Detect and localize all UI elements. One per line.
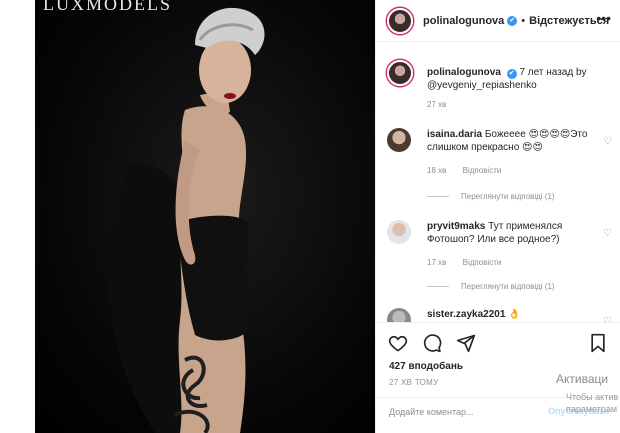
comment-meta: 18 хв Відповісти — [427, 166, 515, 175]
comment-username[interactable]: sister.zayka2201 — [427, 309, 505, 320]
caption-verified-icon: ✔ — [506, 69, 517, 79]
author-username[interactable]: polinalogunova — [423, 15, 504, 27]
replies-divider — [427, 196, 449, 197]
comment-text-block: sister.zayka2201 👌 — [427, 308, 592, 321]
comment-username[interactable]: pryvit9maks — [427, 221, 485, 232]
model-figure — [108, 7, 265, 433]
comment-text-block: isaina.daria Божееее 😍😍😍😍Это слишком пре… — [427, 128, 592, 154]
post-header: polinalogunova ✔ • Відстежується ••• — [376, 0, 620, 42]
comment-bubble-icon[interactable] — [422, 333, 442, 353]
post-sidebar: polinalogunova ✔ • Відстежується ••• pol… — [375, 0, 620, 433]
view-replies-label: Переглянути відповіді (1) — [461, 282, 555, 291]
view-replies-button[interactable]: Переглянути відповіді (1) — [427, 192, 555, 201]
view-replies-button[interactable]: Переглянути відповіді (1) — [427, 282, 555, 291]
luxmodels-watermark: LUXMODELS — [43, 0, 172, 14]
windows-activation-text: Чтобы актив параметрам — [566, 391, 618, 415]
instagram-post-page: LUXMODELS polinalogunova ✔ • Відстежуєть… — [0, 0, 620, 433]
view-replies-label: Переглянути відповіді (1) — [461, 192, 555, 201]
post-timestamp[interactable]: 27 ХВ ТОМУ — [389, 378, 439, 387]
comment-like-icon[interactable]: ♡ — [603, 136, 612, 147]
comment-text-block: pryvit9maks Тут применялся Фотошоп? Или … — [427, 220, 592, 246]
bookmark-icon[interactable] — [589, 333, 607, 353]
comment-username[interactable]: isaina.daria — [427, 129, 482, 140]
share-send-icon[interactable] — [456, 333, 476, 353]
separator-dot: • — [521, 14, 526, 27]
comment-meta: 17 хв Відповісти — [427, 258, 515, 267]
caption-username[interactable]: polinalogunova — [427, 67, 501, 78]
post-photo[interactable]: LUXMODELS — [35, 0, 375, 433]
comment-text: 👌 — [508, 309, 521, 320]
action-icons — [388, 333, 476, 353]
caption-text-block: polinalogunova ✔ 7 лет назад by @yevgeni… — [427, 66, 617, 92]
windows-activation-title: Активаци — [556, 372, 609, 386]
author-avatar[interactable] — [387, 7, 413, 34]
windows-activation-line: параметрам — [566, 404, 618, 414]
reply-button[interactable]: Відповісти — [463, 258, 502, 267]
more-options-icon[interactable]: ••• — [596, 10, 611, 26]
commenter-avatar[interactable] — [387, 128, 411, 152]
comment-like-icon[interactable]: ♡ — [603, 228, 612, 239]
comment-time: 17 хв — [427, 258, 447, 267]
comment-time: 18 хв — [427, 166, 447, 175]
caption-avatar[interactable] — [387, 60, 413, 86]
reply-button[interactable]: Відповісти — [463, 166, 502, 175]
verified-badge-icon: ✔ — [507, 15, 518, 26]
likes-count[interactable]: 427 вподобань — [389, 361, 463, 372]
caption-time: 27 хв — [427, 100, 447, 109]
like-heart-icon[interactable] — [388, 333, 408, 353]
commenter-avatar[interactable] — [387, 220, 411, 244]
replies-divider — [427, 286, 449, 287]
windows-activation-line: Чтобы актив — [566, 392, 619, 402]
